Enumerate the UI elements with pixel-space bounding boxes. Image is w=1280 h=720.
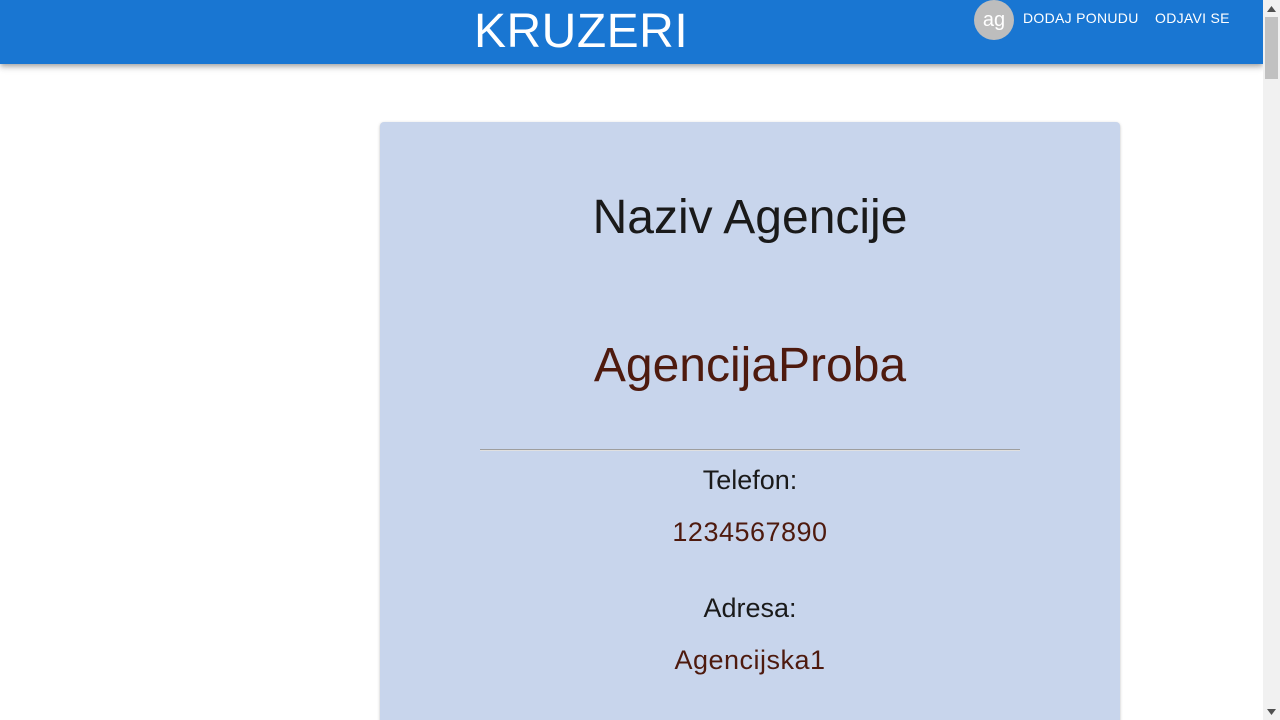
scrollbar-thumb[interactable]: [1265, 17, 1278, 79]
logout-button[interactable]: ODJAVI SE: [1155, 6, 1230, 30]
phone-value: 1234567890: [672, 517, 828, 547]
card-title: Naziv Agencije: [592, 191, 908, 244]
brand-title[interactable]: KRUZERI: [474, 4, 688, 60]
vertical-scrollbar[interactable]: [1263, 0, 1280, 720]
agency-name: AgencijaProba: [593, 339, 907, 392]
scroll-down-button[interactable]: [1263, 703, 1280, 720]
agency-card: Naziv Agencije AgencijaProba Telefon: 12…: [380, 122, 1120, 720]
user-avatar[interactable]: ag: [974, 0, 1014, 40]
triangle-down-icon: [1267, 708, 1276, 715]
app-bar: KRUZERI ag DODAJ PONUDU ODJAVI SE: [0, 0, 1263, 64]
scroll-up-button[interactable]: [1263, 0, 1280, 17]
phone-label: Telefon:: [702, 465, 798, 495]
add-offer-button[interactable]: DODAJ PONUDU: [1023, 6, 1139, 30]
address-value: Agencijska1: [674, 645, 826, 675]
address-label: Adresa:: [703, 593, 797, 623]
triangle-up-icon: [1267, 5, 1276, 12]
browser-viewport: KRUZERI ag DODAJ PONUDU ODJAVI SE Naziv …: [0, 0, 1280, 720]
divider: [480, 449, 1020, 451]
